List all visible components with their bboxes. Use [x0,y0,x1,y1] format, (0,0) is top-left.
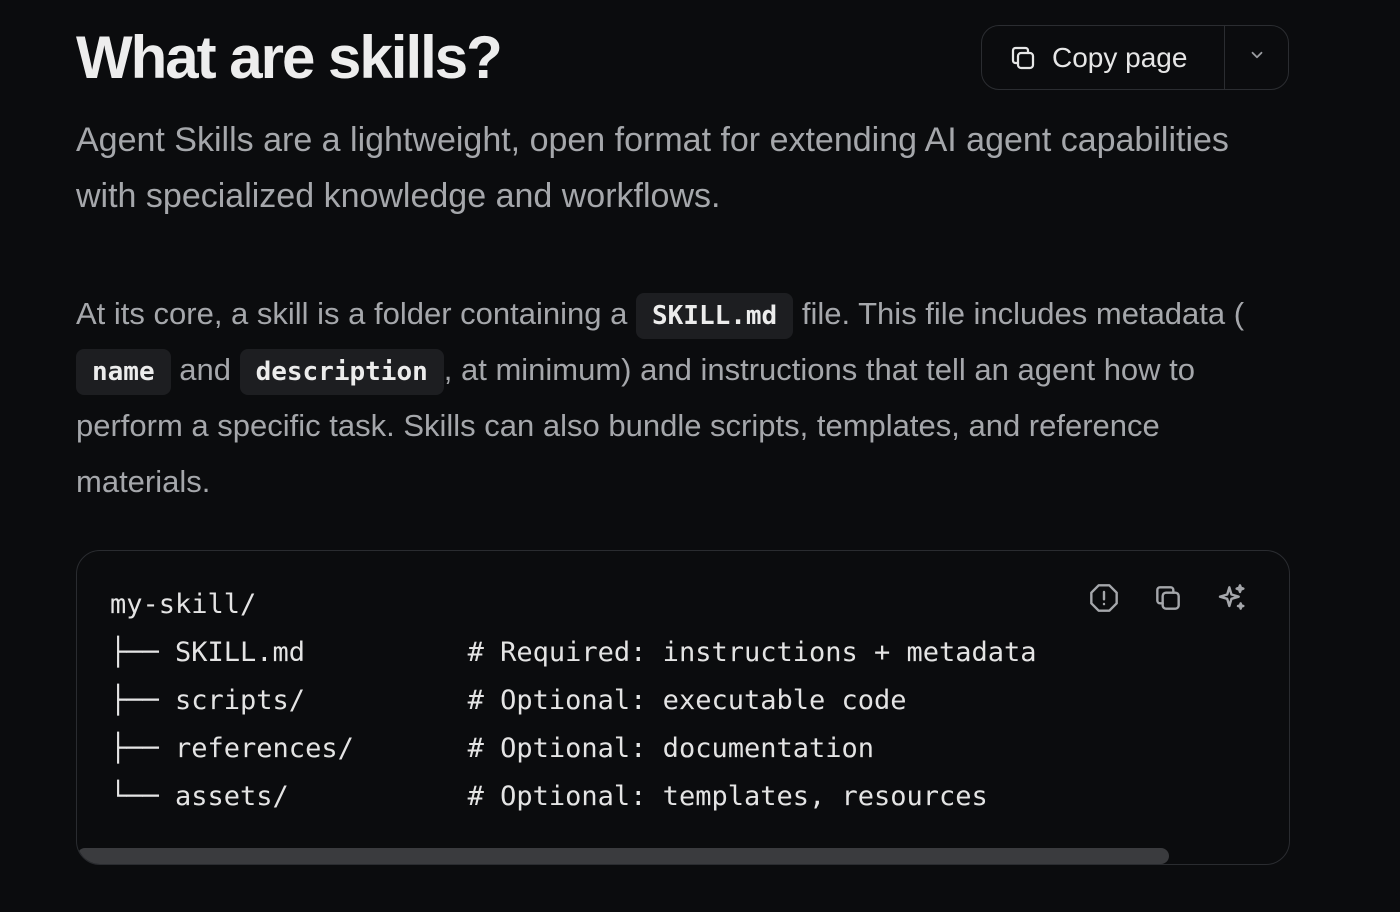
paragraph-text: At its core, a skill is a folder contain… [76,296,636,331]
copy-page-group: Copy page [981,25,1289,90]
code-line: ├── scripts/ # Optional: executable code [110,685,907,716]
copy-page-button[interactable]: Copy page [982,26,1224,89]
ask-ai-button[interactable] [1215,583,1249,617]
report-issue-icon [1088,582,1120,619]
copy-icon [1008,43,1038,73]
page-description: Agent Skills are a lightweight, open for… [76,121,1229,215]
inline-code-skill-md: SKILL.md [635,293,794,339]
code-line: my-skill/ [110,589,257,620]
report-issue-button[interactable] [1087,583,1121,617]
copy-options-dropdown[interactable] [1225,26,1288,89]
paragraph-text: file. This file includes metadata ( [793,296,1245,331]
code-line: └── assets/ # Optional: templates, resou… [110,781,988,812]
code-line: ├── SKILL.md # Required: instructions + … [110,637,1037,668]
page-title: What are skills? [76,24,503,91]
code-line: ├── references/ # Optional: documentatio… [110,733,875,764]
inline-code-description: description [239,349,444,395]
chevron-down-icon [1248,46,1266,69]
ask-ai-sparkle-icon [1216,582,1248,619]
copy-icon [1152,582,1184,619]
copy-code-button[interactable] [1151,583,1185,617]
code-content: my-skill/ ├── SKILL.md # Required: instru… [110,581,1037,821]
horizontal-scrollbar[interactable] [77,848,1169,864]
inline-code-name: name [76,349,171,395]
code-actions [1087,583,1249,617]
code-block: my-skill/ ├── SKILL.md # Required: instru… [76,550,1290,865]
paragraph-text: and [170,352,240,387]
intro-paragraph: At its core, a skill is a folder contain… [76,286,1296,510]
copy-page-label: Copy page [1052,41,1188,73]
